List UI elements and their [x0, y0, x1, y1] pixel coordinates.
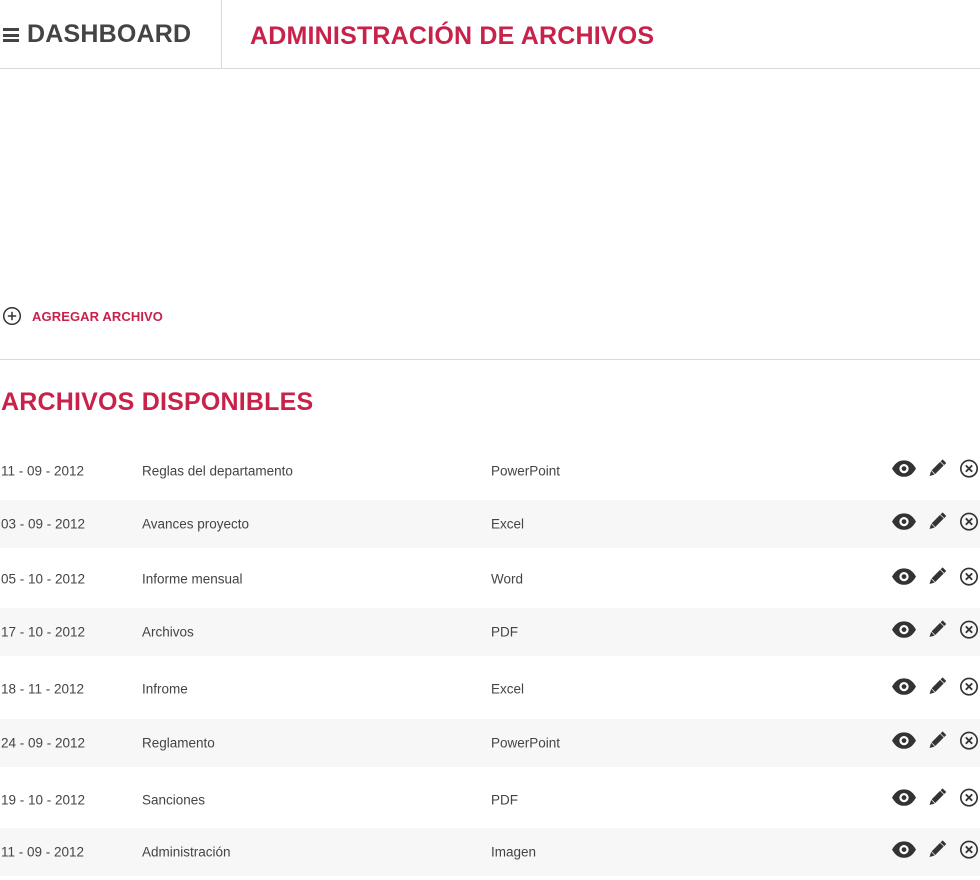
pencil-icon[interactable]	[925, 838, 949, 862]
pencil-icon[interactable]	[925, 618, 949, 642]
file-name: Informe mensual	[142, 571, 243, 587]
table-row: 11 - 09 - 2012 Reglas del departamento Pow…	[0, 447, 980, 495]
file-date: 11 - 09 - 2012	[1, 844, 85, 860]
top-header: DASHBOARD ADMINISTRACIÓN DE ARCHIVOS	[0, 0, 980, 69]
eye-icon[interactable]	[891, 620, 917, 640]
dashboard-label: DASHBOARD	[27, 19, 192, 48]
close-circle-icon[interactable]	[958, 676, 980, 698]
close-circle-icon[interactable]	[958, 787, 980, 809]
eye-icon[interactable]	[891, 731, 917, 751]
file-date: 19 - 10 - 2012	[1, 792, 86, 808]
file-type: PowerPoint	[491, 463, 561, 479]
file-type: Excel	[491, 681, 525, 697]
file-name: Infrome	[142, 681, 188, 697]
file-type: Imagen	[491, 844, 537, 860]
file-date: 24 - 09 - 2012	[1, 735, 86, 751]
file-type: PowerPoint	[491, 735, 561, 751]
pencil-icon[interactable]	[925, 729, 949, 753]
file-date: 17 - 10 - 2012	[1, 624, 86, 640]
files-section-title: ARCHIVOS DISPONIBLES	[1, 388, 314, 416]
eye-icon[interactable]	[891, 512, 917, 532]
file-date: 11 - 09 - 2012	[1, 463, 85, 479]
eye-icon[interactable]	[891, 459, 917, 479]
pencil-icon[interactable]	[925, 565, 949, 589]
page-title: ADMINISTRACIÓN DE ARCHIVOS	[250, 22, 655, 50]
pencil-icon[interactable]	[925, 510, 949, 534]
row-actions	[891, 565, 980, 589]
close-circle-icon[interactable]	[958, 839, 980, 861]
row-actions	[891, 675, 980, 699]
pencil-icon[interactable]	[925, 457, 949, 481]
table-row: 05 - 10 - 2012 Informe mensual Word	[0, 555, 980, 603]
row-actions	[891, 510, 980, 534]
pencil-icon[interactable]	[925, 786, 949, 810]
table-row: 19 - 10 - 2012 Sanciones PDF	[0, 776, 980, 824]
file-date: 05 - 10 - 2012	[1, 571, 86, 587]
eye-icon[interactable]	[891, 567, 917, 587]
file-type: Excel	[491, 516, 525, 532]
file-date: 03 - 09 - 2012	[1, 516, 86, 532]
table-row: 18 - 11 - 2012 Infrome Excel	[0, 665, 980, 713]
add-file-label: AGREGAR ARCHIVO	[32, 308, 164, 324]
close-circle-icon[interactable]	[958, 511, 980, 533]
file-type: PDF	[491, 624, 518, 640]
row-actions	[891, 457, 980, 481]
add-file-button[interactable]: AGREGAR ARCHIVO	[2, 306, 163, 326]
file-date: 18 - 11 - 2012	[1, 681, 85, 697]
hamburger-menu-icon	[3, 28, 19, 42]
close-circle-icon[interactable]	[958, 566, 980, 588]
plus-circle-icon	[2, 306, 22, 326]
file-name: Reglas del departamento	[142, 463, 293, 479]
file-name: Avances proyecto	[142, 516, 250, 532]
row-actions	[891, 729, 980, 753]
file-type: Word	[491, 571, 524, 587]
row-actions	[891, 618, 980, 642]
file-name: Administración	[142, 844, 231, 860]
eye-icon[interactable]	[891, 840, 917, 860]
close-circle-icon[interactable]	[958, 619, 980, 641]
pencil-icon[interactable]	[925, 675, 949, 699]
table-row: 17 - 10 - 2012 Archivos PDF	[0, 608, 980, 656]
eye-icon[interactable]	[891, 788, 917, 808]
file-name: Reglamento	[142, 735, 215, 751]
eye-icon[interactable]	[891, 677, 917, 697]
file-type: PDF	[491, 792, 518, 808]
row-actions	[891, 786, 980, 810]
close-circle-icon[interactable]	[958, 458, 980, 480]
file-name: Sanciones	[142, 792, 206, 808]
section-divider	[0, 359, 980, 360]
table-row: 24 - 09 - 2012 Reglamento PowerPoint	[0, 719, 980, 767]
table-row: 11 - 09 - 2012 Administración Imagen	[0, 828, 980, 876]
file-name: Archivos	[142, 624, 194, 640]
table-row: 03 - 09 - 2012 Avances proyecto Excel	[0, 500, 980, 548]
close-circle-icon[interactable]	[958, 730, 980, 752]
row-actions	[891, 838, 980, 862]
dashboard-menu-button[interactable]: DASHBOARD	[0, 0, 222, 68]
